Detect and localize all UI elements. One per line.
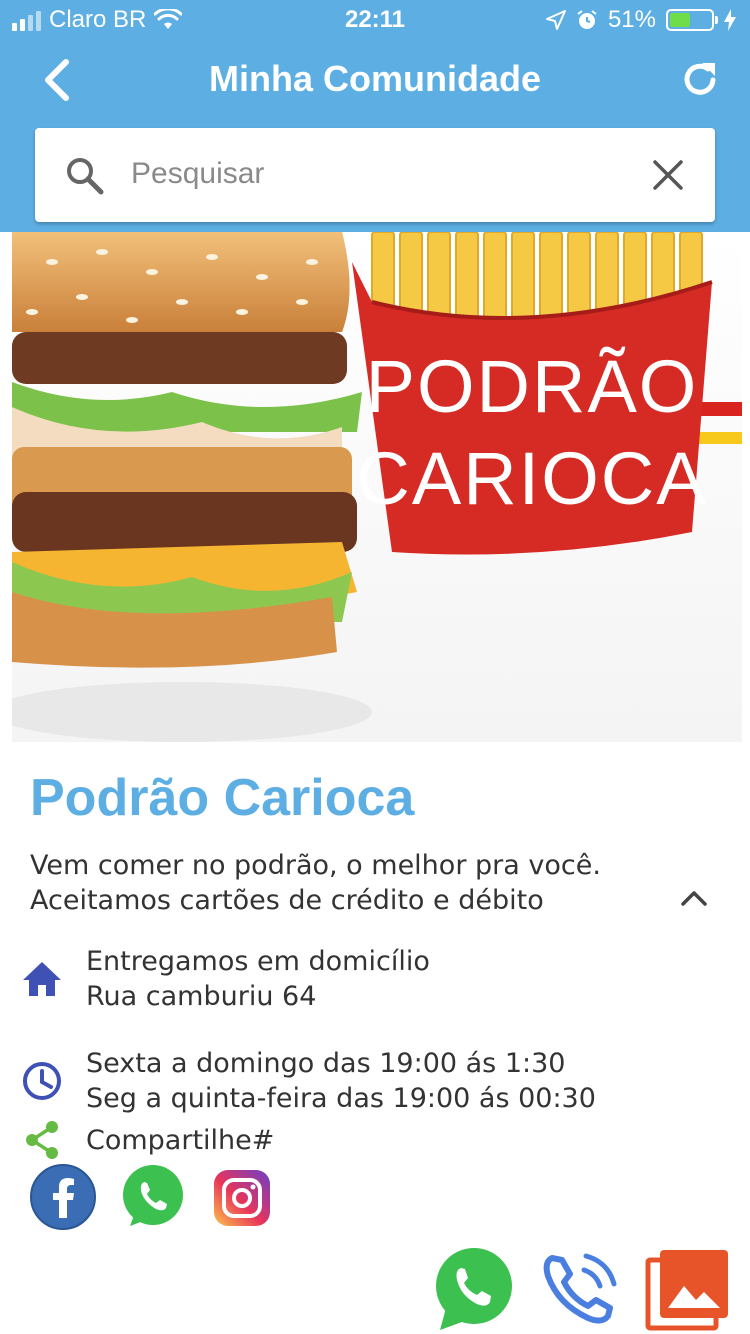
home-icon (23, 962, 61, 996)
search-input[interactable] (131, 148, 611, 200)
whatsapp-button[interactable] (430, 1246, 516, 1332)
description-line-2: Aceitamos cartões de crédito e débito (30, 885, 544, 916)
hours-line-1: Sexta a domingo das 19:00 ás 1:30 (86, 1048, 566, 1079)
page-title: Minha Comunidade (209, 58, 541, 99)
hero-image: PODRÃO CARIOCA (12, 232, 742, 742)
hero-sign-line2: CARIOCA (356, 437, 707, 520)
description-line-1: Vem comer no podrão, o melhor pra você. (30, 850, 601, 881)
alarm-icon (577, 10, 597, 29)
search-icon (67, 158, 104, 195)
battery-icon (666, 9, 718, 31)
whatsapp-share-button[interactable] (120, 1164, 186, 1230)
chevron-up-icon[interactable] (676, 880, 712, 916)
phone-call-button[interactable] (538, 1246, 624, 1332)
search-bar (35, 128, 715, 222)
status-right: 51% (545, 6, 736, 34)
burger-fries-illustration: PODRÃO CARIOCA (12, 232, 742, 742)
close-icon[interactable] (651, 158, 685, 192)
address-text: Rua camburiu 64 (86, 981, 317, 1012)
share-row[interactable]: Compartilhe# (20, 1118, 274, 1162)
facebook-share-button[interactable] (30, 1164, 96, 1230)
status-bar: Claro BR 22:11 51% (0, 0, 750, 42)
address-row: Entregamos em domicílio Rua camburiu 64 (20, 944, 430, 1014)
business-name: Podrão Carioca (30, 769, 415, 827)
business-description: Vem comer no podrão, o melhor pra você. … (30, 848, 650, 918)
location-arrow-icon (545, 10, 566, 30)
share-icon (26, 1121, 58, 1159)
gallery-button[interactable] (644, 1246, 730, 1332)
app-header: Claro BR 22:11 51% Minha Comunidade Pesq… (0, 0, 750, 232)
business-card (8, 742, 742, 1334)
delivery-text: Entregamos em domicílio (86, 946, 430, 977)
battery-percent: 51% (607, 6, 656, 33)
refresh-button[interactable] (678, 58, 722, 102)
hours-line-2: Seg a quinta-feira das 19:00 ás 00:30 (86, 1083, 596, 1114)
instagram-share-button[interactable] (212, 1168, 272, 1228)
charging-icon (724, 9, 736, 31)
share-label: Compartilhe# (86, 1124, 275, 1156)
hero-sign-line1: PODRÃO (366, 345, 699, 428)
clock-icon (23, 1062, 61, 1100)
hours-row: Sexta a domingo das 19:00 ás 1:30 Seg a … (20, 1046, 596, 1116)
